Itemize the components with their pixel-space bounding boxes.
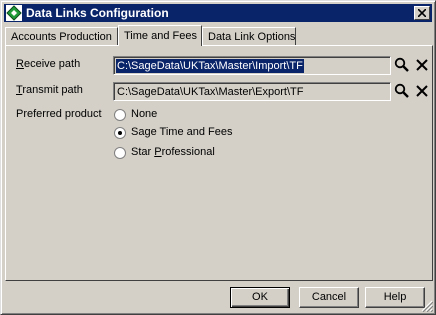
tab-label: Accounts Production (11, 31, 112, 43)
radio-checked-dot (118, 131, 122, 135)
transmit-path-value: C:\SageData\UKTax\Master\Export\TF (117, 86, 304, 98)
cancel-button[interactable]: Cancel (299, 287, 359, 308)
transmit-path-label: Transmit path (16, 84, 83, 96)
radio-sage-time-and-fees-label[interactable]: Sage Time and Fees (131, 126, 233, 138)
tab-time-and-fees[interactable]: Time and Fees (118, 25, 202, 46)
tab-accounts-production[interactable]: Accounts Production (5, 27, 118, 45)
radio-none[interactable] (114, 109, 126, 121)
radio-none-label[interactable]: None (131, 108, 157, 120)
app-diamond-icon (6, 5, 22, 21)
search-icon[interactable] (394, 57, 410, 73)
search-icon[interactable] (394, 83, 410, 99)
tab-label: Time and Fees (124, 30, 197, 42)
tab-strip: Accounts Production Time and Fees Data L… (5, 25, 433, 46)
tab-label: Data Link Options (208, 31, 296, 43)
radio-sage-time-and-fees[interactable] (114, 127, 126, 139)
clear-icon[interactable] (414, 57, 430, 73)
radio-star-professional[interactable] (114, 147, 126, 159)
receive-path-field[interactable]: C:\SageData\UKTax\Master\Import\TF (113, 56, 391, 75)
clear-icon[interactable] (414, 83, 430, 99)
receive-path-value: C:\SageData\UKTax\Master\Import\TF (116, 59, 304, 73)
size-grip-icon[interactable] (421, 300, 433, 312)
ok-button[interactable]: OK (230, 287, 290, 308)
close-icon (418, 9, 426, 17)
title-bar[interactable]: Data Links Configuration (4, 4, 432, 22)
tab-panel: Receive path C:\SageData\UKTax\Master\Im… (5, 45, 433, 281)
dialog-window: Data Links Configuration Accounts Produc… (0, 0, 436, 315)
help-button[interactable]: Help (365, 287, 425, 308)
transmit-path-field[interactable]: C:\SageData\UKTax\Master\Export\TF (113, 82, 391, 101)
radio-star-professional-label[interactable]: Star Professional (131, 146, 215, 158)
receive-path-label: Receive path (16, 58, 81, 70)
preferred-product-label: Preferred product (16, 108, 102, 120)
close-button[interactable] (414, 6, 430, 20)
tab-data-link-options[interactable]: Data Link Options (202, 27, 296, 45)
window-title: Data Links Configuration (26, 6, 169, 20)
